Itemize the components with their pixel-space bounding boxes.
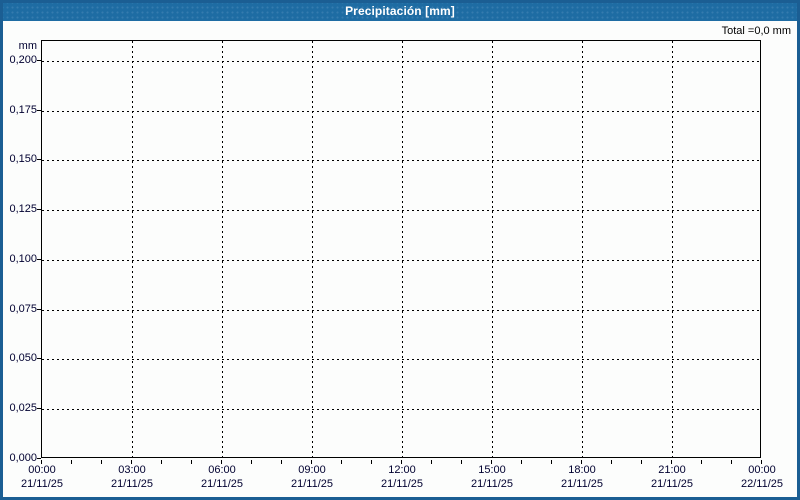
y-axis-tick: [37, 309, 41, 310]
y-axis-tick-label: 0,000: [9, 452, 37, 464]
y-axis-unit-label: mm: [18, 40, 37, 52]
vertical-gridline: [402, 41, 403, 457]
x-axis-time-label: 15:00: [478, 464, 506, 476]
y-axis-tick-label: 0,075: [9, 303, 37, 315]
y-axis-tick: [37, 110, 41, 111]
y-axis-tick-label: 0,200: [9, 54, 37, 66]
x-axis-date-label: 21/11/25: [560, 478, 603, 490]
horizontal-gridline: [42, 160, 760, 162]
y-axis-tick-label: 0,150: [9, 153, 37, 165]
x-axis-date-label: 21/11/25: [200, 478, 243, 490]
y-axis-tick: [37, 358, 41, 359]
y-axis-tick-label: 0,100: [9, 253, 37, 265]
y-axis-tick-label: 0,125: [9, 203, 37, 215]
y-axis-tick: [37, 259, 41, 260]
x-axis-time-label: 21:00: [658, 464, 686, 476]
horizontal-gridline: [42, 110, 760, 112]
chart-title: Precipitación [mm]: [345, 3, 455, 18]
plot-area: [41, 40, 761, 458]
horizontal-gridline: [42, 60, 760, 62]
vertical-gridline: [312, 41, 313, 457]
horizontal-gridline: [42, 409, 760, 411]
vertical-gridline: [672, 41, 673, 457]
total-precipitation-label: Total =0,0 mm: [721, 25, 791, 37]
x-axis-date-label: 21/11/25: [650, 478, 693, 490]
chart-title-bar: Precipitación [mm]: [0, 0, 800, 21]
y-axis-tick-label: 0,050: [9, 352, 37, 364]
vertical-gridline: [132, 41, 133, 457]
horizontal-gridline: [42, 210, 760, 212]
x-axis-date-label: 21/11/25: [110, 478, 153, 490]
vertical-gridline: [582, 41, 583, 457]
horizontal-gridline: [42, 309, 760, 311]
y-axis-tick: [37, 458, 41, 459]
x-axis-date-label: 21/11/25: [290, 478, 333, 490]
x-axis-time-label: 18:00: [568, 464, 596, 476]
y-axis-tick: [37, 159, 41, 160]
horizontal-gridline: [42, 259, 760, 261]
horizontal-gridline: [42, 359, 760, 361]
y-axis-tick-label: 0,175: [9, 104, 37, 116]
x-axis-time-label: 09:00: [298, 464, 326, 476]
y-axis-tick-label: 0,025: [9, 402, 37, 414]
vertical-gridline: [222, 41, 223, 457]
y-axis-tick: [37, 60, 41, 61]
y-axis-tick: [37, 408, 41, 409]
x-axis-time-label: 00:00: [748, 464, 776, 476]
x-axis-date-label: 21/11/25: [380, 478, 423, 490]
x-axis-date-label: 21/11/25: [470, 478, 513, 490]
x-axis-date-label: 21/11/25: [20, 478, 63, 490]
x-axis-time-label: 12:00: [388, 464, 416, 476]
x-axis-time-label: 00:00: [28, 464, 56, 476]
vertical-gridline: [492, 41, 493, 457]
x-axis-time-label: 06:00: [208, 464, 236, 476]
y-axis-tick: [37, 209, 41, 210]
x-axis-date-label: 22/11/25: [740, 478, 783, 490]
precipitation-chart-window: Precipitación [mm] Total =0,0 mm mm 0,20…: [0, 0, 800, 500]
x-axis-time-label: 03:00: [118, 464, 146, 476]
